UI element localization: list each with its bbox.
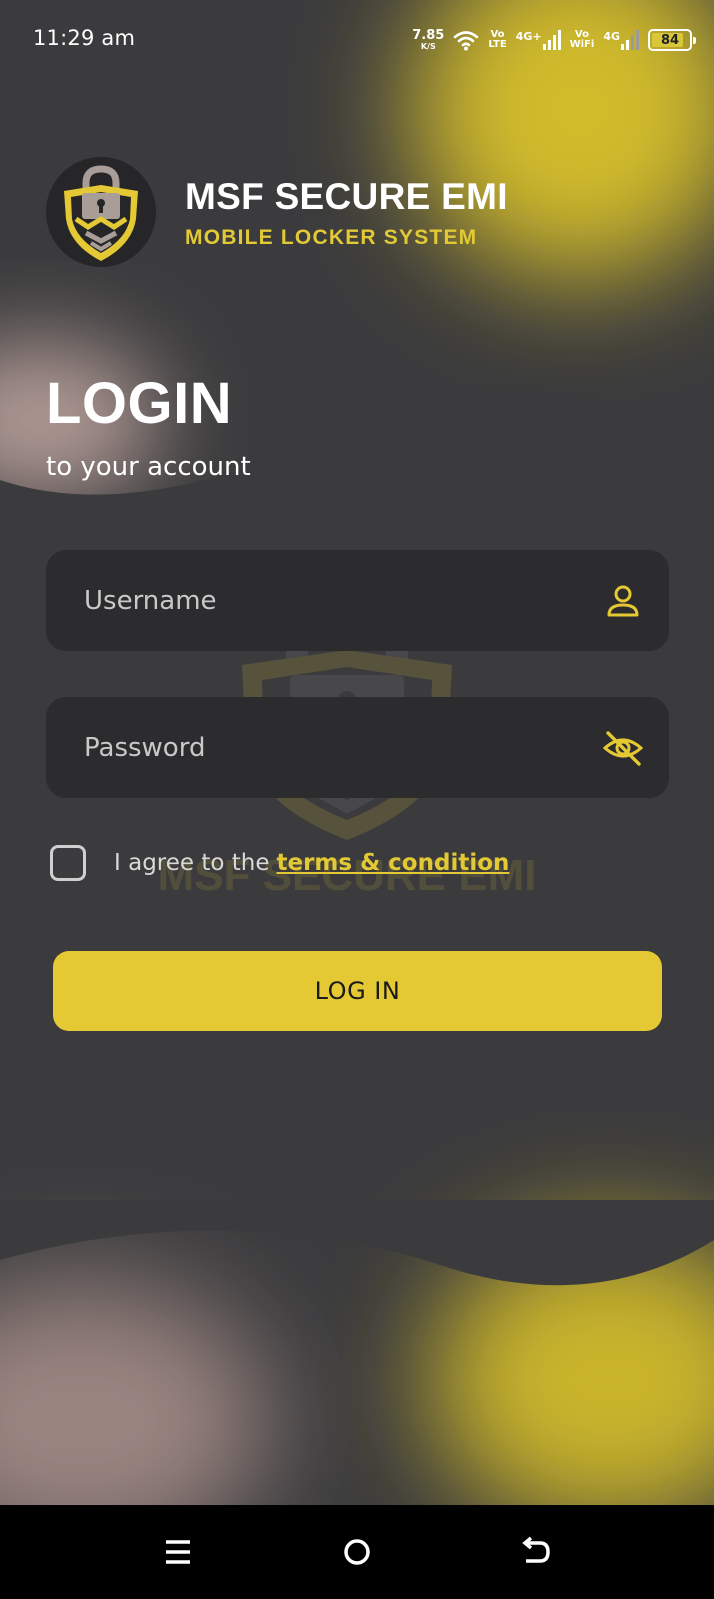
sim2-signal: 4G: [603, 30, 639, 50]
sim1-signal: 4G+: [516, 30, 561, 50]
menu-icon[interactable]: [156, 1530, 200, 1574]
status-time: 11:29 am: [33, 26, 136, 50]
battery-icon: 84: [648, 29, 696, 51]
volte-indicator: Vo LTE: [488, 29, 507, 51]
network-speed-unit: K/S: [420, 42, 436, 51]
eye-off-icon[interactable]: [603, 728, 643, 768]
agree-text: I agree to the: [114, 850, 270, 876]
brand-title: MSF SECURE EMI: [185, 176, 508, 217]
network-speed-value: 7.85: [412, 28, 445, 43]
username-input[interactable]: [84, 550, 584, 651]
agree-row: I agree to the terms & condition: [50, 845, 509, 881]
signal-bars-icon: [621, 30, 639, 50]
page-subtitle: to your account: [46, 452, 251, 482]
network-speed: 7.85 K/S: [412, 29, 444, 51]
lock-shield-logo-icon: [64, 165, 138, 261]
wifi-icon: [454, 31, 479, 51]
back-icon[interactable]: [514, 1530, 558, 1574]
brand-logo: [46, 157, 156, 267]
navigation-bar: [0, 1505, 714, 1599]
brand-subtitle: MOBILE LOCKER SYSTEM: [185, 226, 478, 249]
sim1-label: 4G+: [515, 30, 542, 43]
page-title: LOGIN: [46, 371, 233, 436]
volte-bottom: LTE: [488, 39, 507, 50]
password-input[interactable]: [84, 697, 584, 798]
signal-bars-icon: [542, 30, 561, 50]
status-bar: 11:29 am 7.85 K/S Vo LTE 4G+ Vo WiFi 4G …: [0, 0, 714, 80]
home-circle-icon[interactable]: [335, 1530, 379, 1574]
terms-link[interactable]: terms & condition: [277, 850, 510, 876]
status-icons: 7.85 K/S Vo LTE 4G+ Vo WiFi 4G 84: [412, 22, 696, 58]
login-screen: 11:29 am 7.85 K/S Vo LTE 4G+ Vo WiFi 4G …: [0, 0, 714, 1505]
username-field[interactable]: [46, 550, 669, 651]
password-field[interactable]: [46, 697, 669, 798]
battery-level: 84: [660, 32, 680, 48]
agree-checkbox[interactable]: [50, 845, 86, 881]
vowifi-bottom: WiFi: [569, 39, 595, 50]
vowifi-indicator: Vo WiFi: [569, 29, 595, 51]
login-button[interactable]: LOG IN: [53, 951, 662, 1031]
sim2-label: 4G: [603, 30, 620, 43]
user-icon: [607, 585, 639, 617]
